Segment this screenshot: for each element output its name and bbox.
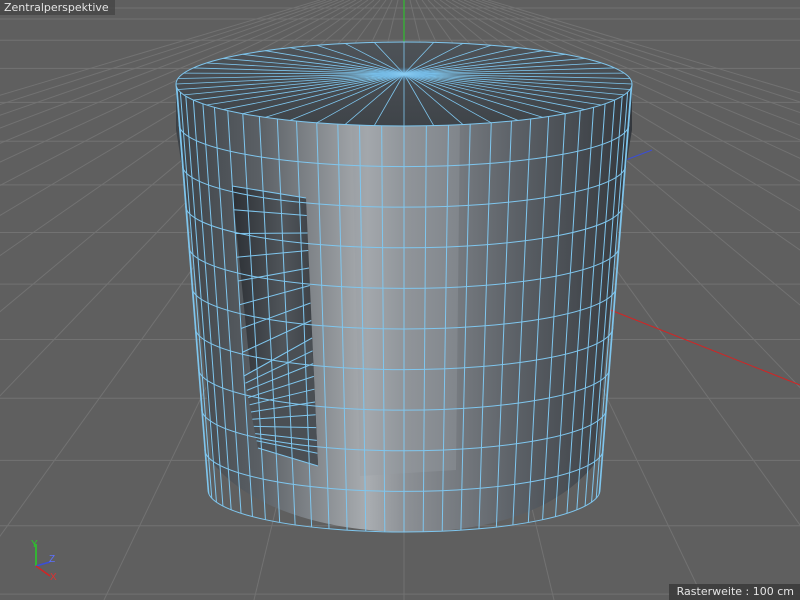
window-edge [234, 232, 308, 234]
axis-gizmo: Y Z X [31, 539, 57, 583]
gizmo-z-label: Z [49, 554, 55, 565]
3d-viewport[interactable]: Y Z X Zentralperspektive Rasterweite : 1… [0, 0, 800, 600]
scene-canvas[interactable]: Y Z X [0, 0, 800, 600]
viewport-title[interactable]: Zentralperspektive [0, 0, 115, 15]
gizmo-x-label: X [50, 572, 57, 583]
gizmo-y-label: Y [31, 539, 38, 550]
cylinder-object[interactable] [175, 41, 633, 533]
grid-spacing-label: Rasterweite : 100 cm [668, 584, 800, 600]
cap-center-selection [366, 67, 442, 81]
